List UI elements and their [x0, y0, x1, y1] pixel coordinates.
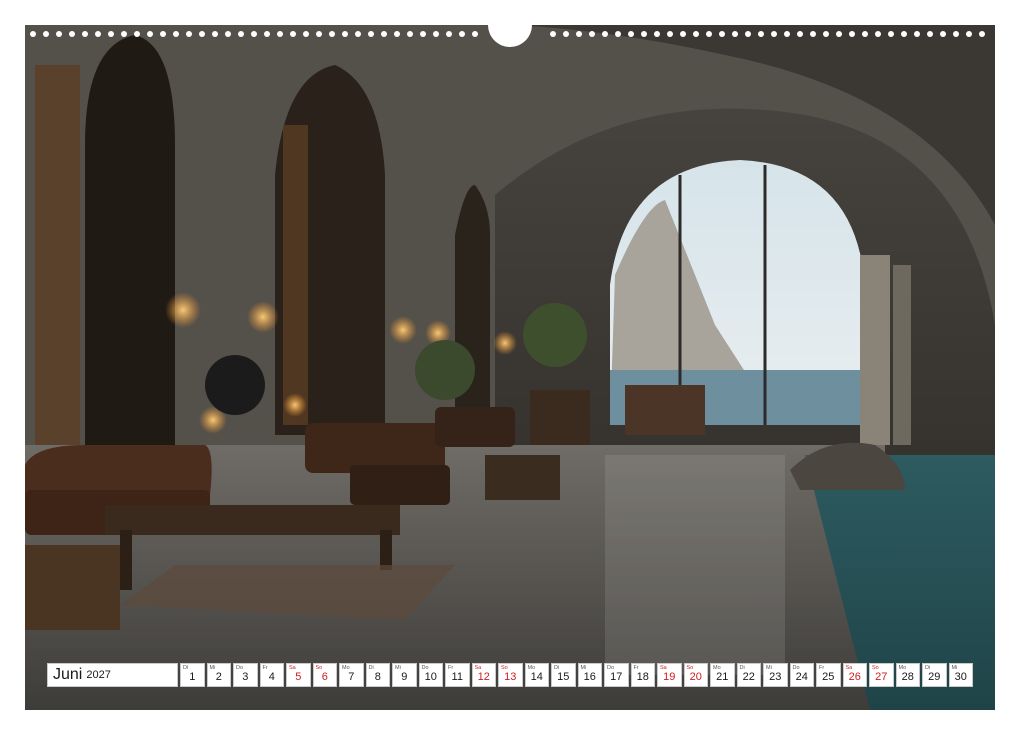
day-number: 18	[636, 671, 649, 683]
day-number: 25	[822, 671, 835, 683]
day-number: 8	[374, 671, 381, 683]
day-number: 12	[477, 671, 490, 683]
day-number: 9	[401, 671, 408, 683]
day-number: 20	[689, 671, 702, 683]
day-cell: Do 24	[789, 663, 814, 687]
day-number: 29	[928, 671, 941, 683]
day-number: 16	[583, 671, 596, 683]
day-cell: Mi 16	[577, 663, 602, 687]
day-cell: So 13	[498, 663, 523, 687]
day-number: 10	[424, 671, 437, 683]
day-number: 23	[769, 671, 782, 683]
day-cell: Mi 9	[392, 663, 417, 687]
day-cell: So 6	[312, 663, 337, 687]
day-cell: Mo 7	[339, 663, 364, 687]
day-cells: Di 1 Mi 2 Do 3 Fr 4 Sa 5 So 6 Mo 7 Di 8 Mi 9 Do 10 Fr 11 Sa 12 S…	[178, 663, 973, 689]
day-cell: Di 22	[736, 663, 761, 687]
day-cell: Fr 11	[445, 663, 470, 687]
day-cell: Do 3	[233, 663, 258, 687]
day-number: 3	[242, 671, 249, 683]
day-cell: Fr 4	[259, 663, 284, 687]
day-number: 6	[321, 671, 328, 683]
day-cell: Sa 19	[657, 663, 682, 687]
day-number: 7	[348, 671, 355, 683]
day-cell: Di 29	[922, 663, 947, 687]
day-cell: Fr 18	[630, 663, 655, 687]
day-number: 14	[530, 671, 543, 683]
day-number: 1	[189, 671, 196, 683]
month-year: 2027	[86, 669, 111, 681]
day-cell: Mo 14	[524, 663, 549, 687]
day-number: 2	[215, 671, 222, 683]
calendar-strip: Juni 2027 Di 1 Mi 2 Do 3 Fr 4 Sa 5 So 6 Mo 7 Di 8 Mi 9 Do 1…	[47, 663, 973, 689]
day-number: 22	[742, 671, 755, 683]
day-cell: Di 1	[180, 663, 205, 687]
day-number: 26	[848, 671, 861, 683]
day-cell: Do 17	[604, 663, 629, 687]
day-cell: So 27	[869, 663, 894, 687]
day-number: 28	[901, 671, 914, 683]
month-name: Juni	[53, 666, 83, 683]
day-number: 5	[295, 671, 302, 683]
calendar-page	[25, 25, 995, 710]
day-cell: So 20	[683, 663, 708, 687]
day-cell: Di 8	[365, 663, 390, 687]
day-cell: Sa 12	[471, 663, 496, 687]
day-cell: Sa 5	[286, 663, 311, 687]
day-number: 27	[875, 671, 888, 683]
day-cell: Di 15	[551, 663, 576, 687]
day-number: 21	[716, 671, 729, 683]
day-number: 15	[557, 671, 570, 683]
day-cell: Mi 30	[948, 663, 973, 687]
day-cell: Mo 21	[710, 663, 735, 687]
day-cell: Sa 26	[842, 663, 867, 687]
day-cell: Do 10	[418, 663, 443, 687]
day-cell: Mo 28	[895, 663, 920, 687]
day-number: 4	[268, 671, 275, 683]
day-cell: Mi 23	[763, 663, 788, 687]
calendar-photo	[25, 25, 995, 710]
day-number: 11	[451, 671, 463, 683]
day-number: 19	[663, 671, 676, 683]
day-cell: Fr 25	[816, 663, 841, 687]
day-number: 30	[954, 671, 967, 683]
day-number: 17	[610, 671, 623, 683]
day-number: 24	[795, 671, 808, 683]
day-number: 13	[504, 671, 517, 683]
month-label: Juni 2027	[47, 663, 178, 687]
day-cell: Mi 2	[206, 663, 231, 687]
